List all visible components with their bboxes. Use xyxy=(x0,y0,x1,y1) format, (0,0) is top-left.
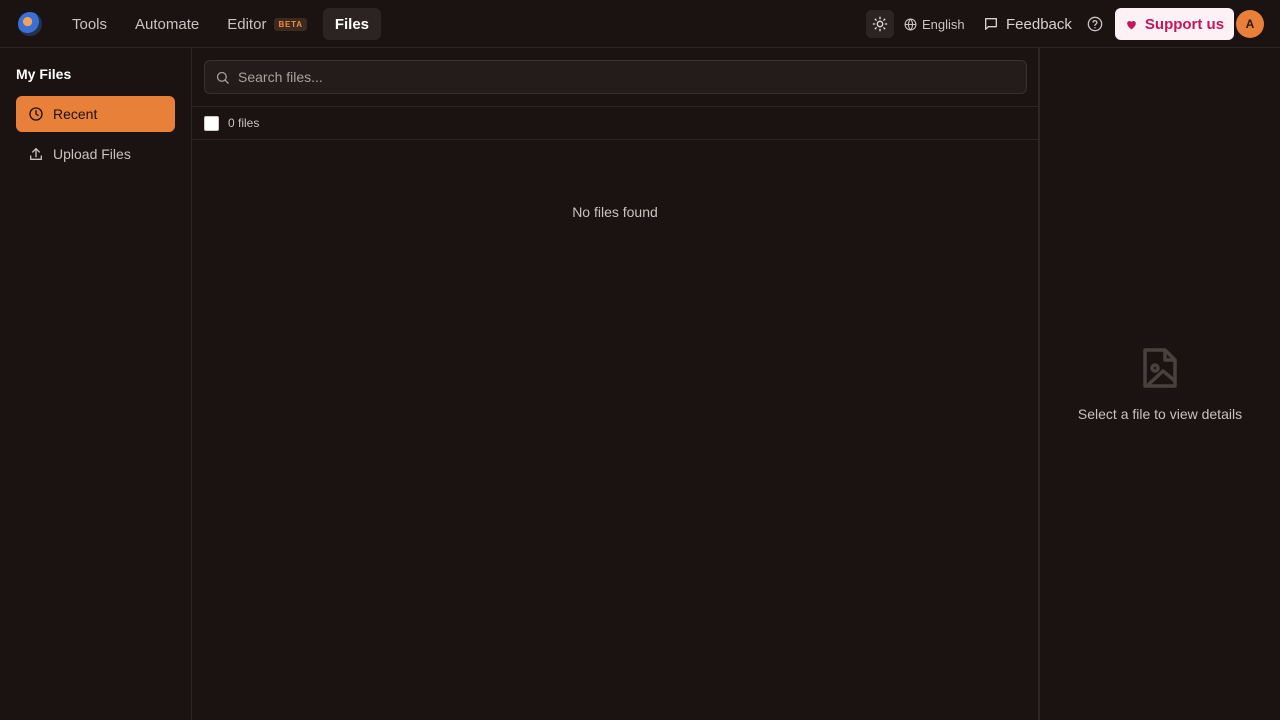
app-logo[interactable] xyxy=(18,12,42,36)
search-icon xyxy=(216,71,229,84)
upload-icon xyxy=(30,148,42,160)
nav-editor[interactable]: Editor BETA xyxy=(215,8,319,40)
sidebar-item-recent[interactable]: Recent xyxy=(16,96,175,132)
sidebar-item-label: Upload Files xyxy=(53,146,131,162)
empty-state-message: No files found xyxy=(572,204,658,220)
theme-toggle-button[interactable] xyxy=(866,10,894,38)
details-empty-message: Select a file to view details xyxy=(1077,406,1243,422)
search-input[interactable] xyxy=(238,69,1026,85)
file-list-panel: 0 files No files found xyxy=(192,48,1040,720)
help-icon xyxy=(1087,16,1103,32)
message-icon xyxy=(985,18,997,30)
nav-tools[interactable]: Tools xyxy=(60,8,119,40)
sidebar-title: My Files xyxy=(16,66,72,82)
heart-icon xyxy=(1127,20,1136,29)
nav-automate[interactable]: Automate xyxy=(123,8,211,40)
avatar-initial: A xyxy=(1245,17,1255,31)
file-details-panel: Select a file to view details xyxy=(1040,48,1280,720)
globe-icon xyxy=(904,18,917,31)
nav-editor-label: Editor xyxy=(227,15,267,33)
beta-badge: BETA xyxy=(274,17,307,31)
help-button[interactable] xyxy=(1086,15,1104,33)
nav-files[interactable]: Files xyxy=(322,8,382,40)
main-nav: Tools Automate Editor BETA Files xyxy=(60,8,382,40)
support-us-label: Support us xyxy=(1144,15,1225,33)
feedback-button[interactable]: Feedback xyxy=(983,12,1072,36)
clock-icon xyxy=(29,107,43,121)
search-box[interactable] xyxy=(204,60,1027,94)
select-all-checkbox[interactable] xyxy=(204,115,219,131)
file-image-icon xyxy=(1143,348,1177,388)
nav-automate-label: Automate xyxy=(135,15,200,33)
sidebar: My Files Recent Upload Files xyxy=(0,48,192,720)
feedback-label: Feedback xyxy=(1006,15,1072,33)
language-label: English xyxy=(922,16,965,32)
sidebar-item-upload-files[interactable]: Upload Files xyxy=(16,136,175,172)
nav-tools-label: Tools xyxy=(72,15,108,33)
sidebar-item-label: Recent xyxy=(53,106,98,122)
file-list-header: 0 files xyxy=(192,106,1040,140)
language-selector[interactable]: English xyxy=(904,14,965,34)
top-navigation-bar: Tools Automate Editor BETA Files English xyxy=(0,0,1280,48)
nav-files-label: Files xyxy=(334,15,370,33)
user-avatar[interactable]: A xyxy=(1236,10,1264,38)
sun-icon xyxy=(872,16,888,32)
support-us-button[interactable]: Support us xyxy=(1115,8,1234,40)
file-count: 0 files xyxy=(228,116,260,130)
